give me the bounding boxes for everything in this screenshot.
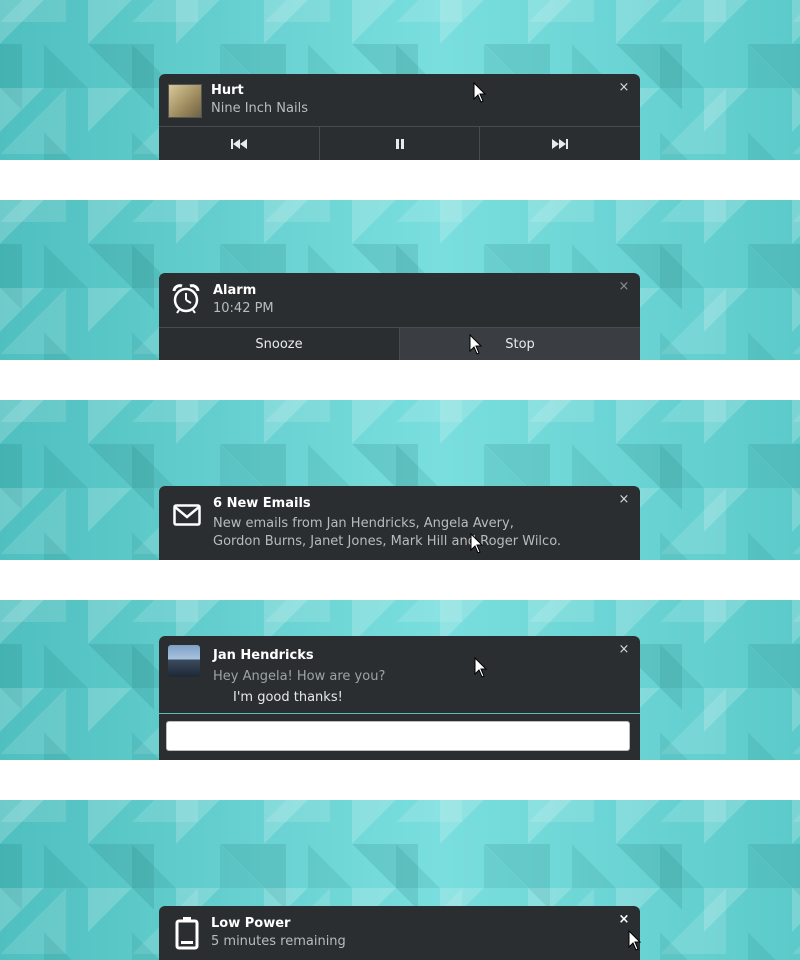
track-title: Hurt [211,83,244,98]
mouse-pointer-icon [628,930,642,951]
mouse-pointer-icon [473,82,487,103]
close-icon[interactable]: × [618,81,630,94]
email-body: New emails from Jan Hendricks, Angela Av… [213,516,562,549]
media-controls [159,126,640,160]
pause-button[interactable] [320,127,481,160]
close-icon[interactable]: × [618,913,630,926]
chat-notification: Jan Hendricks Hey Angela! How are you? I… [159,636,640,760]
skip-previous-icon [230,138,247,149]
incoming-message: Hey Angela! How are you? [213,669,386,684]
wallpaper-panel-email: 6 New Emails New emails from Jan Hendric… [0,400,800,560]
mail-icon [173,504,201,526]
wallpaper-panel-chat: Jan Hendricks Hey Angela! How are you? I… [0,600,800,760]
battery-notification: Low Power 5 minutes remaining × [159,906,640,960]
reply-area [159,713,640,760]
album-art [168,84,202,118]
battery-title: Low Power [211,916,291,931]
skip-next-icon [552,138,569,149]
alarm-title: Alarm [213,283,257,298]
alarm-actions: Snooze Stop [159,327,640,360]
mouse-pointer-icon [474,657,488,678]
next-button[interactable] [480,127,640,160]
close-icon[interactable]: × [618,493,630,506]
wallpaper-panel-battery: Low Power 5 minutes remaining × [0,800,800,960]
reply-input[interactable] [166,721,630,751]
pause-icon [395,138,404,149]
close-icon[interactable]: × [618,280,630,293]
battery-icon [175,917,199,950]
mouse-pointer-icon [469,334,483,355]
wallpaper-panel-alarm: Alarm 10:42 PM × Snooze Stop [0,200,800,360]
alarm-clock-icon [172,284,200,314]
chat-sender: Jan Hendricks [213,648,314,663]
outgoing-message: I'm good thanks! [233,690,343,705]
mouse-pointer-icon [470,533,484,554]
battery-subtitle: 5 minutes remaining [211,934,346,949]
stop-button[interactable]: Stop [400,328,640,360]
snooze-button[interactable]: Snooze [159,328,400,360]
close-icon[interactable]: × [618,643,630,656]
previous-button[interactable] [159,127,320,160]
alarm-time: 10:42 PM [213,301,274,316]
email-notification: 6 New Emails New emails from Jan Hendric… [159,486,640,560]
email-title: 6 New Emails [213,496,311,511]
alarm-notification: Alarm 10:42 PM × Snooze Stop [159,273,640,360]
contact-avatar [168,645,200,677]
music-notification: Hurt Nine Inch Nails × [159,74,640,160]
wallpaper-panel-music: Hurt Nine Inch Nails × [0,0,800,160]
artist-name: Nine Inch Nails [211,101,308,116]
